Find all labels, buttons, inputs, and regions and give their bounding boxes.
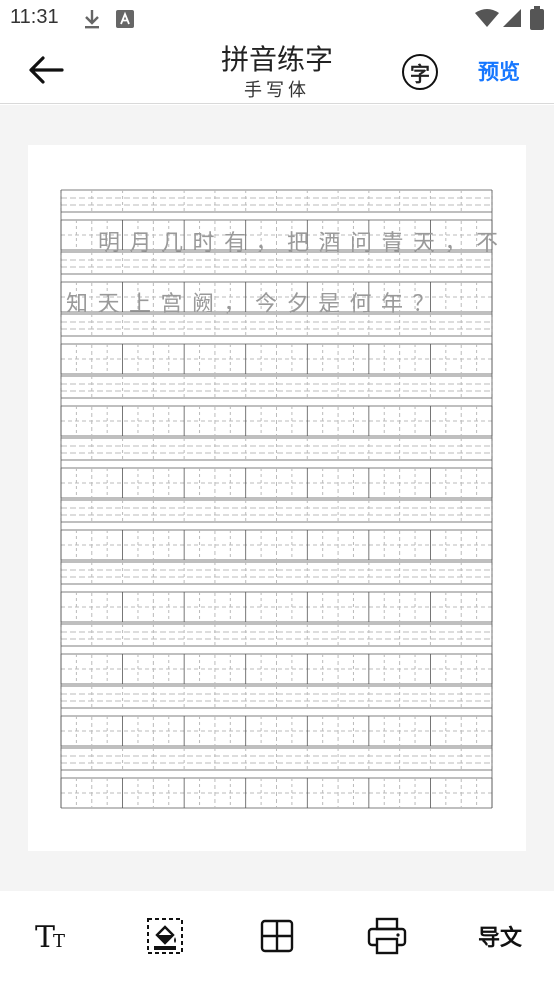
fill-icon: [147, 918, 183, 954]
status-time: 11:31: [10, 6, 59, 28]
a-notification-icon: [116, 10, 134, 28]
grid-icon: [260, 919, 294, 953]
battery-icon: [530, 6, 544, 30]
fill-color-button[interactable]: [141, 916, 189, 956]
svg-text:T: T: [35, 920, 55, 953]
grid-style-button[interactable]: [253, 916, 301, 956]
download-icon: [85, 10, 99, 29]
svg-text:T: T: [53, 931, 65, 952]
font-character-button[interactable]: 字: [402, 54, 438, 90]
page-subtitle: 手写体: [244, 80, 310, 101]
signal-icon: [503, 9, 521, 27]
preview-button[interactable]: 预览: [478, 56, 520, 86]
status-bar: 11:31: [0, 0, 554, 36]
wifi-icon: [475, 9, 499, 27]
worksheet-paper: 明月几时有，把酒问青天，不 知天上宫阙，今夕是何年？: [28, 145, 526, 851]
export-text-label: 导文: [477, 926, 522, 951]
export-text-button[interactable]: 导文: [474, 916, 526, 956]
bottom-toolbar: T T 导文: [0, 892, 554, 984]
page-title: 拼音练字: [220, 43, 333, 76]
text-size-icon: T T: [35, 920, 65, 953]
print-button[interactable]: [363, 916, 411, 956]
text-size-button[interactable]: T T: [29, 916, 77, 956]
workspace: 明月几时有，把酒问青天，不 知天上宫阙，今夕是何年？: [0, 105, 554, 891]
worksheet-line-1: 明月几时有，把酒问青天，不: [98, 231, 508, 256]
worksheet-line-2: 知天上宫阙，今夕是何年？: [66, 292, 445, 317]
app-header: 拼音练字 手写体 字 预览: [0, 36, 554, 104]
print-icon: [367, 917, 407, 955]
